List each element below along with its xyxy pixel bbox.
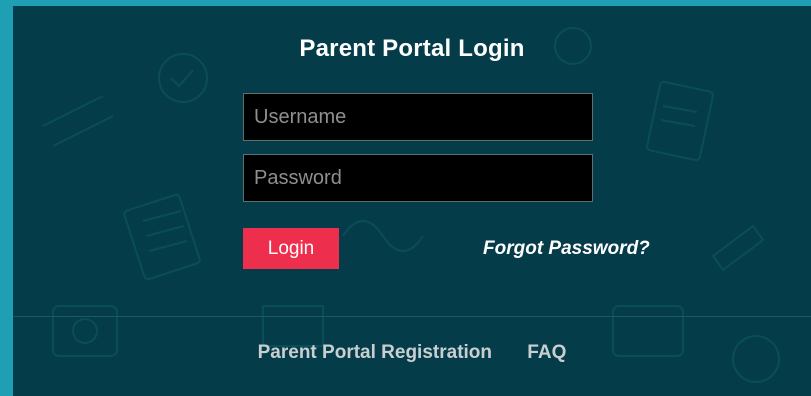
- page-title: Parent Portal Login: [299, 35, 525, 62]
- login-button[interactable]: Login: [243, 228, 339, 269]
- forgot-password-link[interactable]: Forgot Password?: [483, 238, 650, 260]
- password-input[interactable]: [243, 154, 593, 202]
- username-input[interactable]: [243, 93, 593, 141]
- login-panel: Parent Portal Login Login Forgot Passwor…: [13, 6, 811, 396]
- registration-link[interactable]: Parent Portal Registration: [258, 342, 492, 363]
- footer-links: Parent Portal Registration FAQ: [13, 342, 811, 364]
- faq-link[interactable]: FAQ: [527, 342, 566, 363]
- footer-divider: [13, 316, 811, 317]
